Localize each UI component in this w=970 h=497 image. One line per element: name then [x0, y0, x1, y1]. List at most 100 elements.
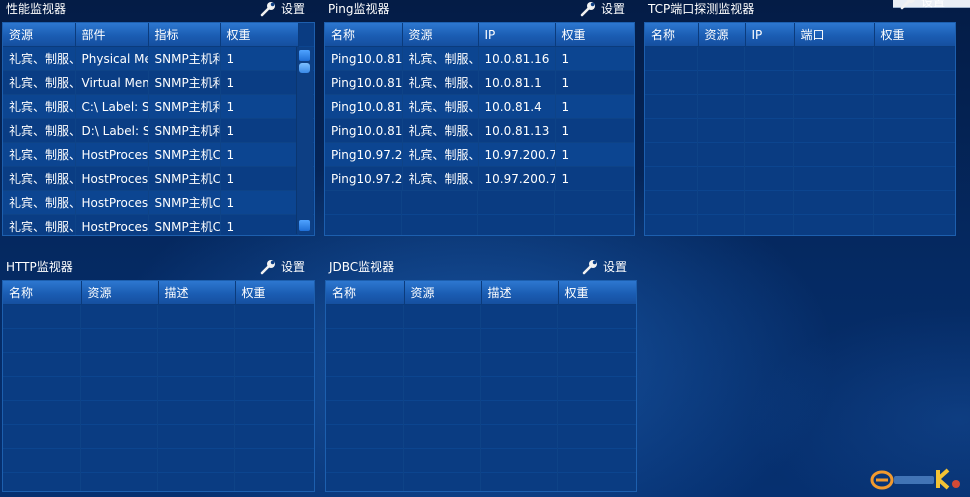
ping-monitor-panel: Ping监视器 设置 名称 资源 IP 权重 Ping10.0.81.16礼宾、…: [324, 0, 635, 236]
wrench-icon: [260, 2, 275, 17]
tcp-monitor-panel: TCP端口探测监视器 名称 资源 IP 端口 权重: [644, 0, 956, 236]
table-row[interactable]: 礼宾、制服、 D:\ Label: S SNMP主机利 1: [3, 118, 299, 143]
cell-metric: SNMP主机CPU: [148, 166, 221, 191]
ping-settings-button[interactable]: 设置: [580, 0, 625, 18]
table-row[interactable]: 礼宾、制服、HostProcessorSNMP主机CPU1: [3, 166, 299, 191]
ping-monitor-table: 名称 资源 IP 权重 Ping10.0.81.16礼宾、制服、10.0.81.…: [325, 23, 634, 191]
jdbc-monitor-titlebar: JDBC监视器 设置: [325, 258, 637, 280]
cell-component: HostProcessor: [75, 166, 149, 191]
column-divider: [794, 47, 874, 235]
cell-metric: SNMP主机利: [148, 118, 221, 143]
cell-ip: 10.97.200.71: [478, 166, 556, 191]
column-divider: [698, 47, 745, 235]
column-divider: [645, 47, 698, 235]
column-divider: [326, 305, 404, 491]
column-header[interactable]: 名称: [3, 281, 82, 305]
cell-name: Ping10.0.81.4: [325, 94, 403, 119]
cell-component: Physical Memory: [75, 46, 149, 71]
cell-component: C:\ Label: S: [75, 94, 149, 119]
http-settings-button[interactable]: 设置: [260, 258, 305, 276]
tcp-monitor-title: TCP端口探测监视器: [648, 2, 755, 16]
cell-ip: 10.0.81.1: [478, 70, 556, 95]
cell-ip: 10.97.200.70: [478, 142, 556, 167]
table-row[interactable]: 礼宾、制服、HostProcessorSNMP主机CPU1: [3, 190, 299, 215]
column-header[interactable]: 名称: [645, 23, 699, 47]
column-header[interactable]: 资源: [404, 281, 482, 305]
table-row[interactable]: Ping10.97.200.71礼宾、制服、10.97.200.711: [325, 166, 634, 191]
watermark-logo-icon: [870, 468, 960, 490]
cell-weight: 1: [555, 70, 634, 95]
cell-metric: SNMP主机利: [148, 70, 221, 95]
column-header[interactable]: 资源: [3, 23, 76, 47]
jdbc-settings-button[interactable]: 设置: [582, 258, 627, 276]
cell-metric: SNMP主机CPU: [148, 142, 221, 167]
perf-settings-button[interactable]: 设置: [260, 0, 305, 18]
column-header[interactable]: 描述: [158, 281, 236, 305]
perf-monitor-title: 性能监视器: [6, 2, 67, 16]
table-row[interactable]: 礼宾、制服、Virtual MemorySNMP主机利1: [3, 70, 299, 95]
cell-weight: 1: [555, 118, 634, 143]
cell-metric: SNMP主机CPU: [148, 214, 221, 235]
table-row[interactable]: Ping10.0.81.1礼宾、制服、10.0.81.11: [325, 70, 634, 95]
column-header[interactable]: 资源: [81, 281, 159, 305]
table-header-row: 名称 资源 IP 权重: [325, 23, 634, 47]
column-header[interactable]: 部件: [75, 23, 149, 47]
table-row[interactable]: Ping10.0.81.13礼宾、制服、10.0.81.131: [325, 118, 634, 143]
column-divider: [404, 305, 481, 491]
cell-weight: 1: [220, 166, 299, 191]
tcp-monitor-grid: 名称 资源 IP 端口 权重: [644, 22, 956, 236]
column-header[interactable]: 资源: [698, 23, 746, 47]
tcp-settings-label: 设置: [921, 0, 946, 9]
wrench-icon: [260, 260, 275, 275]
table-row[interactable]: 礼宾、制服、Physical MemorySNMP主机利1: [3, 46, 299, 71]
column-header[interactable]: 权重: [220, 23, 299, 47]
column-header[interactable]: 指标: [148, 23, 221, 47]
wrench-icon: [900, 0, 915, 10]
cell-resource: 礼宾、制服、: [402, 142, 479, 167]
column-header[interactable]: 端口: [794, 23, 875, 47]
column-header[interactable]: 名称: [325, 23, 403, 47]
http-monitor-titlebar: HTTP监视器 设置: [2, 258, 315, 280]
perf-monitor-titlebar: 性能监视器 设置: [2, 0, 315, 22]
cell-component: HostProcessor: [75, 142, 149, 167]
cell-resource: 礼宾、制服、: [402, 166, 479, 191]
cell-component: HostProcessor: [75, 214, 149, 235]
column-header[interactable]: 权重: [558, 281, 636, 305]
table-row[interactable]: Ping10.0.81.16礼宾、制服、10.0.81.161: [325, 46, 634, 71]
column-header[interactable]: 描述: [481, 281, 559, 305]
table-row[interactable]: 礼宾、制服、HostProcessorSNMP主机CPU1: [3, 142, 299, 167]
column-header[interactable]: IP: [478, 23, 556, 47]
table-row[interactable]: Ping10.0.81.4礼宾、制服、10.0.81.41: [325, 94, 634, 119]
column-header[interactable]: 名称: [326, 281, 405, 305]
cell-resource: 礼宾、制服、: [3, 94, 76, 119]
jdbc-monitor-grid: 名称 资源 描述 权重: [325, 280, 637, 492]
scroll-thumb[interactable]: [299, 63, 310, 73]
column-header[interactable]: 权重: [874, 23, 955, 47]
cell-resource: 礼宾、制服、: [3, 214, 76, 235]
cell-metric: SNMP主机利: [148, 94, 221, 119]
table-row[interactable]: 礼宾、制服、HostProcessorSNMP主机CPU1: [3, 214, 299, 235]
column-divider: [745, 47, 794, 235]
perf-vertical-scrollbar[interactable]: [296, 47, 313, 234]
table-row[interactable]: 礼宾、制服、 C:\ Label: S SNMP主机利 1: [3, 94, 299, 119]
column-header[interactable]: 资源: [402, 23, 479, 47]
table-header-row: 名称 资源 描述 权重: [326, 281, 636, 305]
cell-weight: 1: [220, 190, 299, 215]
ping-monitor-title: Ping监视器: [328, 2, 390, 16]
table-row[interactable]: Ping10.97.200.70礼宾、制服、10.97.200.701: [325, 142, 634, 167]
scroll-up-arrow-icon[interactable]: [299, 50, 310, 61]
column-header[interactable]: IP: [745, 23, 795, 47]
cell-weight: 1: [220, 142, 299, 167]
tcp-settings-button[interactable]: 设置: [900, 0, 960, 12]
cell-name: Ping10.0.81.1: [325, 70, 403, 95]
cell-name: Ping10.97.200.71: [325, 166, 403, 191]
cell-resource: 礼宾、制服、: [402, 94, 479, 119]
column-header[interactable]: 权重: [235, 281, 314, 305]
tcp-monitor-table: 名称 资源 IP 端口 权重: [645, 23, 955, 47]
scroll-down-arrow-icon[interactable]: [299, 220, 310, 231]
cell-resource: 礼宾、制服、: [3, 46, 76, 71]
cell-weight: 1: [220, 70, 299, 95]
http-settings-label: 设置: [280, 260, 305, 274]
cell-name: Ping10.0.81.13: [325, 118, 403, 143]
column-header[interactable]: 权重: [555, 23, 634, 47]
